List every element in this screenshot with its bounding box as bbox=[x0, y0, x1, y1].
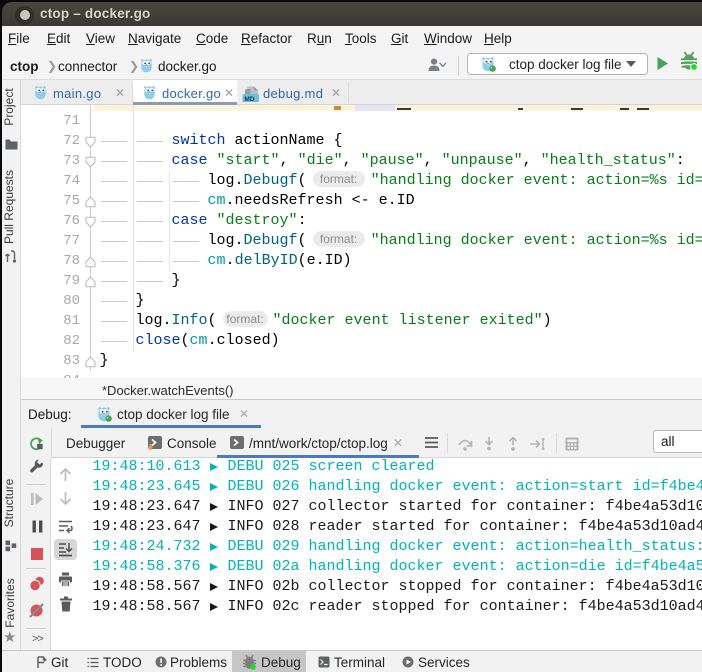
svg-text:MD: MD bbox=[244, 96, 254, 102]
